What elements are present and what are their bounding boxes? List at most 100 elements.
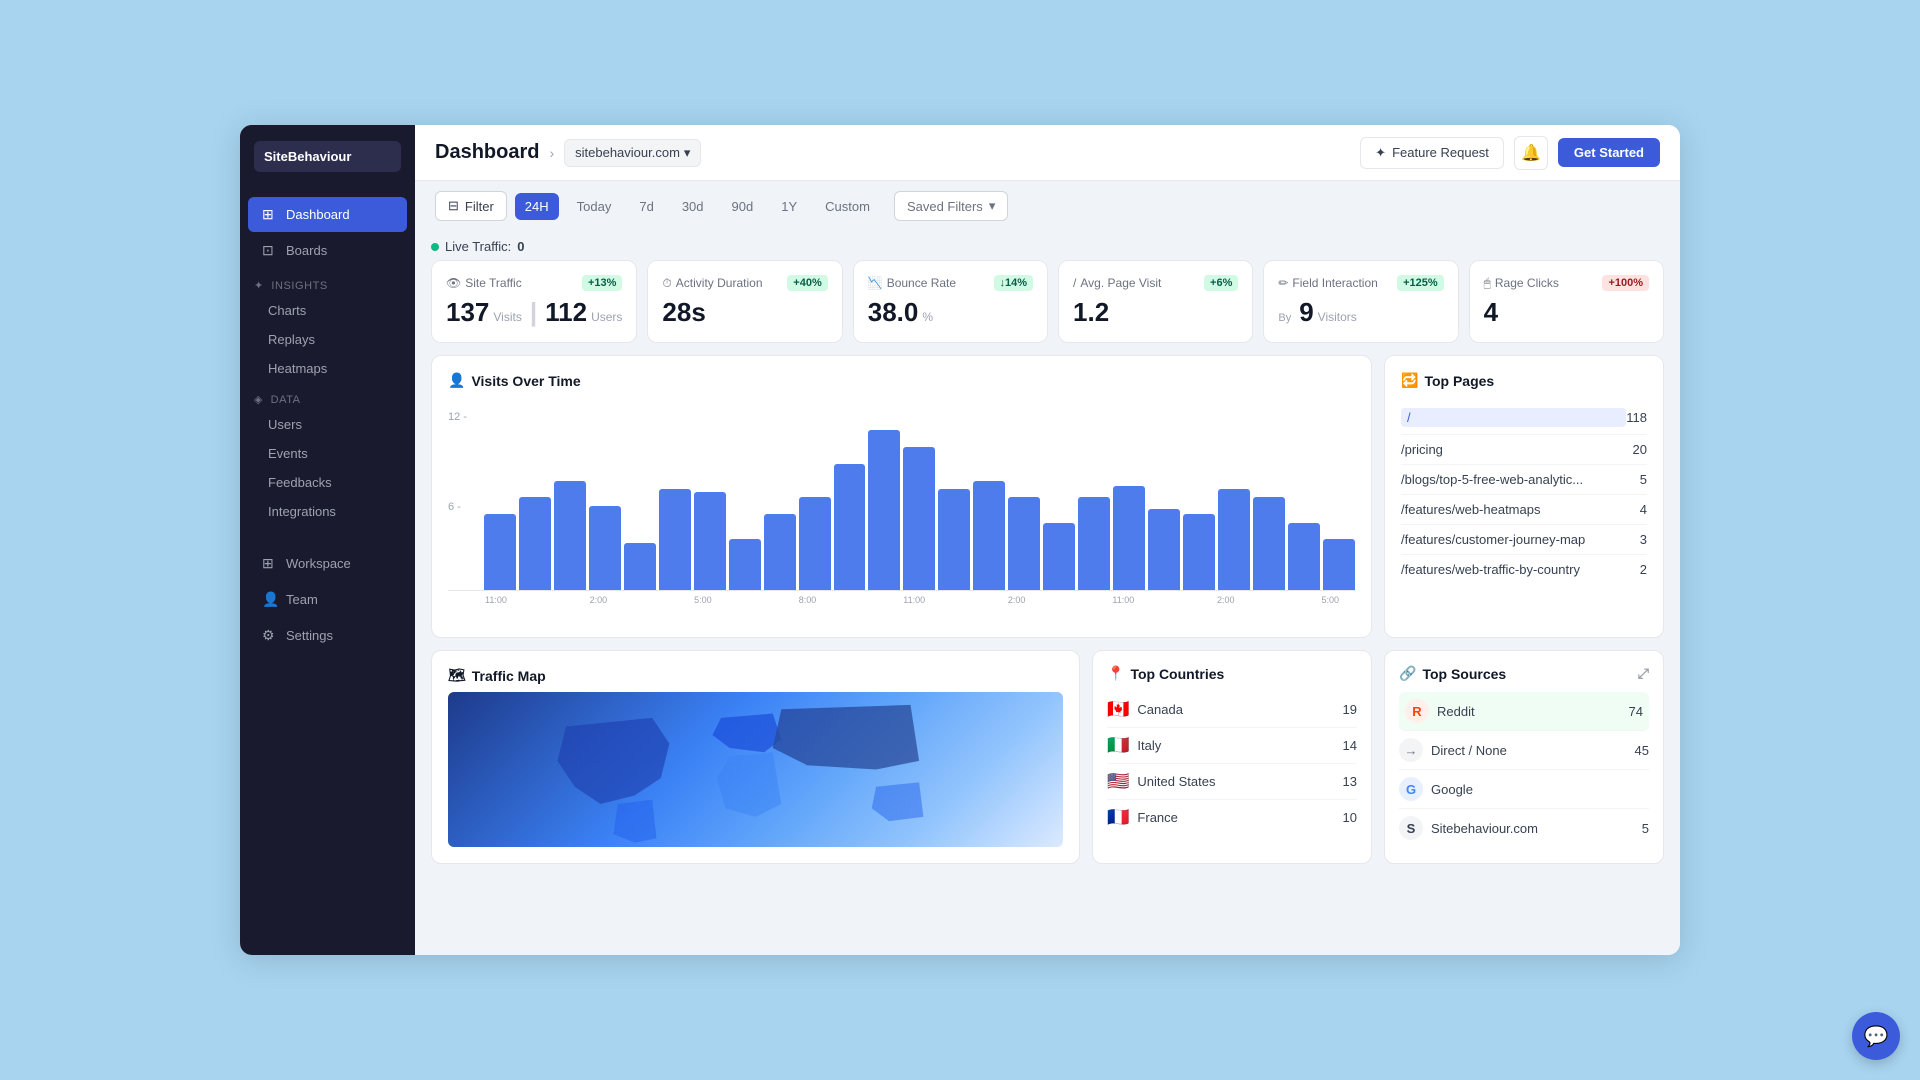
page-count: 2: [1640, 562, 1647, 577]
metric-value-row: 1.2: [1073, 297, 1238, 328]
country-row: 🇫🇷 France 10: [1107, 800, 1357, 835]
country-row: 🇨🇦 Canada 19: [1107, 692, 1357, 728]
metric-icon: ⏱: [662, 276, 671, 291]
data-icon: ◈: [254, 394, 263, 406]
top-countries-card: 📍 Top Countries 🇨🇦 Canada 19 🇮🇹 Italy 14…: [1092, 650, 1372, 864]
metrics-row: 👁 Site Traffic +13% 137 Visits|112 Users…: [431, 260, 1664, 343]
country-left: 🇫🇷 France: [1107, 807, 1178, 828]
country-count: 10: [1343, 810, 1357, 825]
filter-icon: ⊟: [448, 198, 459, 214]
bar-2: [554, 481, 586, 590]
bars-wrapper: [448, 401, 1355, 591]
country-left: 🇺🇸 United States: [1107, 771, 1215, 792]
country-flag: 🇮🇹: [1107, 735, 1129, 756]
chat-button[interactable]: 💬: [1852, 1012, 1900, 1060]
page-name: /: [1401, 408, 1626, 427]
period-90d-button[interactable]: 90d: [722, 193, 764, 220]
notifications-button[interactable]: 🔔: [1514, 136, 1548, 170]
metric-card-2: 📉 Bounce Rate ↓14% 38.0 %: [853, 260, 1048, 343]
expand-icon[interactable]: ⤢: [1638, 665, 1649, 682]
country-row: 🇺🇸 United States 13: [1107, 764, 1357, 800]
bar-3: [589, 506, 621, 590]
time-label-4: 11:00: [902, 595, 1004, 605]
page-row[interactable]: /pricing 20: [1401, 435, 1647, 465]
sidebar-item-heatmaps[interactable]: Heatmaps: [240, 354, 415, 383]
period-30d-button[interactable]: 30d: [672, 193, 714, 220]
country-name: Canada: [1137, 702, 1183, 717]
sidebar-item-team[interactable]: 👤 Team: [248, 582, 407, 617]
filter-button[interactable]: ⊟ Filter: [435, 191, 507, 221]
sidebar-item-boards[interactable]: ⊡ Boards: [248, 233, 407, 268]
page-count: 20: [1633, 442, 1647, 457]
settings-icon: ⚙: [262, 627, 278, 644]
metric-title: 📉 Bounce Rate: [868, 276, 956, 290]
period-7d-button[interactable]: 7d: [629, 193, 663, 220]
page-row[interactable]: /features/web-traffic-by-country 2: [1401, 555, 1647, 584]
time-label-5: 2:00: [1007, 595, 1109, 605]
page-row[interactable]: /blogs/top-5-free-web-analytic... 5: [1401, 465, 1647, 495]
metric-header: 👁 Site Traffic +13%: [446, 275, 622, 291]
sidebar-item-settings[interactable]: ⚙ Settings: [248, 618, 407, 653]
sidebar-item-replays[interactable]: Replays: [240, 325, 415, 354]
sidebar-item-integrations[interactable]: Integrations: [240, 497, 415, 526]
period-1y-button[interactable]: 1Y: [771, 193, 807, 220]
bar-10: [834, 464, 866, 590]
bar-13: [938, 489, 970, 590]
metric-icon: 🖱: [1484, 276, 1491, 291]
page-row[interactable]: /features/customer-journey-map 3: [1401, 525, 1647, 555]
time-label-1: 2:00: [589, 595, 691, 605]
team-icon: 👤: [262, 591, 278, 608]
sidebar: SiteBehaviour ⊞ Dashboard ⊡ Boards ✦ Ins…: [240, 125, 415, 955]
period-24h-button[interactable]: 24H: [515, 193, 559, 220]
filter-bar: ⊟ Filter 24H Today 7d 30d 90d 1Y Custom …: [415, 181, 1680, 231]
source-left: R Reddit: [1405, 699, 1475, 723]
metric-value-row: 137 Visits|112 Users: [446, 297, 622, 328]
sidebar-item-dashboard[interactable]: ⊞ Dashboard: [248, 197, 407, 232]
bar-0: [484, 514, 516, 590]
metric-card-5: 🖱 Rage Clicks +100% 4: [1469, 260, 1664, 343]
bar-19: [1148, 509, 1180, 590]
source-count: 74: [1629, 704, 1643, 719]
sources-title: 🔗 Top Sources ⤢: [1399, 665, 1649, 682]
pages-icon: 🔁: [1401, 372, 1418, 389]
domain-selector[interactable]: sitebehaviour.com ▾: [564, 139, 701, 167]
time-label-7: 2:00: [1216, 595, 1318, 605]
page-name: /pricing: [1401, 442, 1633, 457]
sidebar-item-events[interactable]: Events: [240, 439, 415, 468]
feature-icon: ✦: [1375, 145, 1386, 161]
sidebar-item-feedbacks[interactable]: Feedbacks: [240, 468, 415, 497]
get-started-button[interactable]: Get Started: [1558, 138, 1660, 167]
source-count: 5: [1642, 821, 1649, 836]
chat-icon: 💬: [1864, 1024, 1889, 1049]
page-row[interactable]: / 118: [1401, 401, 1647, 435]
bottom-row: 🗺 Traffic Map: [431, 650, 1664, 864]
sidebar-item-charts[interactable]: Charts: [240, 296, 415, 325]
map-icon: 🗺: [448, 667, 466, 684]
period-custom-button[interactable]: Custom: [815, 193, 880, 220]
bar-15: [1008, 497, 1040, 590]
country-count: 14: [1343, 738, 1357, 753]
country-name: Italy: [1137, 738, 1161, 753]
metric-value-row: 4: [1484, 297, 1649, 328]
feature-request-button[interactable]: ✦ Feature Request: [1360, 137, 1504, 169]
country-name: United States: [1137, 774, 1215, 789]
chevron-down-icon: ▾: [989, 198, 996, 214]
period-today-button[interactable]: Today: [567, 193, 622, 220]
countries-title: 📍 Top Countries: [1107, 665, 1357, 682]
bar-18: [1113, 486, 1145, 590]
source-icon: G: [1399, 777, 1423, 801]
logo-text: SiteBehaviour: [254, 141, 401, 172]
visits-over-time-card: 👤 Visits Over Time 12 - 6 - 11:002:005:0…: [431, 355, 1372, 638]
country-count: 13: [1343, 774, 1357, 789]
time-label-2: 5:00: [693, 595, 795, 605]
boards-icon: ⊡: [262, 242, 278, 259]
sidebar-item-workspace[interactable]: ⊞ Workspace: [248, 546, 407, 581]
source-icon: →: [1399, 738, 1423, 762]
chevron-down-icon: ▾: [684, 145, 691, 161]
time-label-0: 11:00: [484, 595, 586, 605]
metric-icon: /: [1073, 276, 1076, 290]
metric-card-0: 👁 Site Traffic +13% 137 Visits|112 Users: [431, 260, 637, 343]
page-row[interactable]: /features/web-heatmaps 4: [1401, 495, 1647, 525]
sidebar-item-users[interactable]: Users: [240, 410, 415, 439]
saved-filters-dropdown[interactable]: Saved Filters ▾: [894, 191, 1008, 221]
